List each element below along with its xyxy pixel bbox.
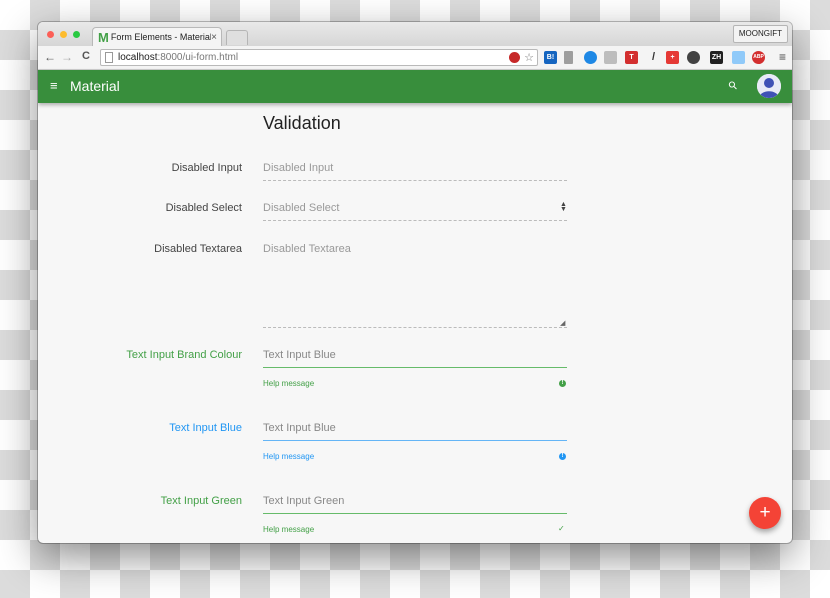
new-tab-button[interactable]	[226, 30, 248, 45]
material-logo-icon: M	[98, 29, 109, 45]
green-help-message: Help message	[263, 525, 315, 534]
tab-title: Form Elements - Material	[110, 32, 212, 42]
star-icon[interactable]: ☆	[524, 51, 534, 66]
blocked-icon[interactable]	[509, 52, 520, 63]
eyedropper-icon[interactable]: /	[647, 51, 660, 64]
disabled-input-label: Disabled Input	[171, 162, 242, 174]
brand-input-field[interactable]: Text Input Blue	[263, 349, 336, 361]
disabled-textarea-underline	[263, 327, 567, 328]
blue-input-label: Text Input Blue	[169, 422, 242, 434]
disabled-input-underline	[263, 180, 567, 181]
disabled-textarea-label: Disabled Textarea	[154, 243, 242, 255]
browser-window: M Form Elements - Material × MOONGIFT ← …	[38, 22, 792, 543]
browser-menu-icon[interactable]: ≡	[779, 50, 786, 64]
url-path: :8000/ui-form.html	[157, 52, 239, 63]
brand-input-label: Text Input Brand Colour	[126, 349, 242, 361]
note-extension-icon[interactable]	[564, 51, 573, 64]
address-bar[interactable]: localhost:8000/ui-form.html ☆	[100, 49, 538, 66]
app-title: Material	[70, 78, 120, 94]
user-avatar-icon	[757, 74, 781, 98]
copy-extension-icon[interactable]	[732, 51, 745, 64]
check-icon: ✓	[558, 524, 565, 533]
blue-input-underline	[263, 440, 567, 441]
close-window-button[interactable]	[47, 31, 54, 38]
page-content: Validation Disabled Input Disabled Input…	[38, 103, 792, 543]
camera-extension-icon[interactable]	[687, 51, 700, 64]
url-host: localhost	[118, 52, 158, 63]
window-extension-icon[interactable]	[604, 51, 617, 64]
page-icon	[105, 52, 113, 63]
disabled-textarea-field: Disabled Textarea	[263, 243, 351, 255]
forward-arrow-icon[interactable]: →	[61, 50, 73, 64]
zh-extension-icon[interactable]: ZH	[710, 51, 723, 64]
add-fab-button[interactable]: +	[749, 497, 781, 529]
tab-bar: M Form Elements - Material × MOONGIFT	[38, 22, 792, 46]
adblock-icon[interactable]: ABP	[752, 51, 765, 64]
green-input-underline	[263, 513, 567, 514]
page-title: Validation	[263, 113, 341, 133]
brand-help-message: Help message	[263, 379, 315, 388]
minimize-window-button[interactable]	[60, 31, 67, 38]
resize-handle-icon: ◢	[560, 320, 566, 327]
browser-toolbar: ← → C localhost:8000/ui-form.html ☆ B! T…	[38, 46, 792, 70]
info-icon: !	[559, 453, 566, 460]
green-input-label: Text Input Green	[160, 495, 242, 507]
avatar[interactable]	[757, 74, 781, 98]
blue-help-message: Help message	[263, 452, 315, 461]
close-tab-icon[interactable]: ×	[211, 32, 217, 43]
disabled-select-underline	[263, 220, 567, 221]
select-arrows-icon: ▲ ▼	[560, 201, 567, 213]
menu-icon[interactable]: ≡	[50, 78, 58, 93]
blue-input-field[interactable]: Text Input Blue	[263, 422, 336, 434]
reload-icon[interactable]: C	[82, 50, 90, 62]
profile-button[interactable]: MOONGIFT	[732, 25, 788, 43]
search-icon[interactable]: ⚲	[726, 78, 740, 93]
info-icon: !	[559, 380, 566, 387]
zoom-window-button[interactable]	[73, 31, 80, 38]
disabled-select-label: Disabled Select	[165, 202, 242, 214]
t-extension-icon[interactable]: T	[625, 51, 638, 64]
app-bar: ≡ Material ⚲	[38, 70, 792, 103]
disabled-select-field: Disabled Select	[263, 202, 340, 214]
brand-input-underline	[263, 367, 567, 368]
hatena-bookmark-icon[interactable]: B!	[544, 51, 557, 64]
globe-extension-icon[interactable]	[584, 51, 597, 64]
green-input-field[interactable]: Text Input Green	[263, 495, 344, 507]
disabled-input-field: Disabled Input	[263, 162, 334, 174]
swiss-extension-icon[interactable]: +	[666, 51, 679, 64]
browser-tab[interactable]: M Form Elements - Material ×	[92, 27, 222, 46]
back-arrow-icon[interactable]: ←	[44, 50, 56, 64]
